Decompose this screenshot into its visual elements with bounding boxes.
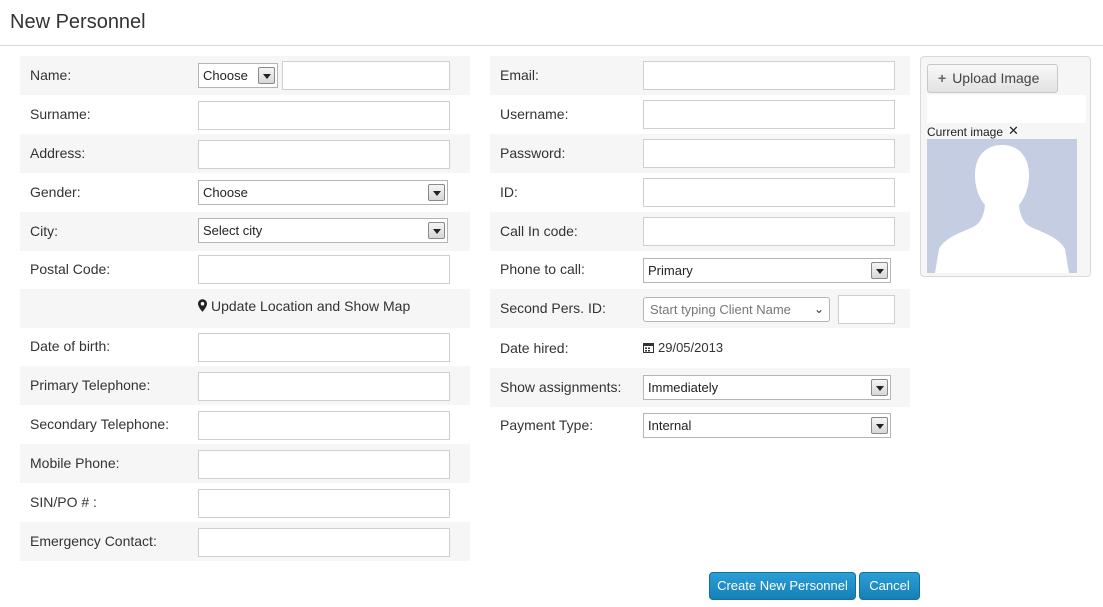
update-location-text: Update Location and Show Map — [211, 298, 411, 314]
chevron-down-icon — [871, 262, 888, 279]
phone-to-call-value: Primary — [648, 263, 693, 278]
dob-label: Date of birth: — [30, 338, 111, 354]
avatar-placeholder — [927, 139, 1077, 273]
second-id-label: Second Pers. ID: — [500, 300, 606, 316]
person-silhouette-icon — [935, 145, 1069, 273]
emergency-label: Emergency Contact: — [30, 533, 157, 549]
password-label: Password: — [500, 145, 566, 161]
first-name-input[interactable] — [282, 61, 450, 90]
phone-to-call-select[interactable]: Primary — [643, 258, 891, 283]
gender-value: Choose — [203, 185, 248, 200]
password-input[interactable] — [643, 139, 895, 168]
mobile-phone-input[interactable] — [198, 450, 450, 479]
date-hired-label: Date hired: — [500, 340, 569, 356]
calendar-icon — [643, 343, 654, 353]
cancel-button[interactable]: Cancel — [859, 572, 920, 600]
upload-image-label: Upload Image — [952, 70, 1040, 86]
current-image-label: Current image — [927, 125, 1004, 139]
client-name-placeholder: Start typing Client Name — [650, 302, 791, 317]
create-personnel-button[interactable]: Create New Personnel — [709, 572, 856, 600]
address-label: Address: — [30, 145, 86, 161]
date-of-birth-input[interactable] — [198, 333, 450, 362]
primary-telephone-input[interactable] — [198, 372, 450, 401]
remove-image-icon[interactable]: ✕ — [1008, 123, 1019, 139]
assignments-label: Show assignments: — [500, 379, 622, 395]
email-input[interactable] — [643, 61, 895, 90]
sin-label: SIN/PO # : — [30, 494, 97, 510]
chevron-down-icon — [428, 184, 445, 201]
username-input[interactable] — [643, 100, 895, 129]
name-label: Name: — [30, 67, 72, 83]
mobile-label: Mobile Phone: — [30, 455, 120, 471]
phone-to-call-label: Phone to call: — [500, 261, 585, 277]
date-hired-value[interactable]: 29/05/2013 — [643, 340, 723, 355]
update-location-link[interactable]: Update Location and Show Map — [198, 298, 410, 314]
page-title: New Personnel — [10, 11, 146, 33]
email-label: Email: — [500, 67, 539, 83]
map-pin-icon — [198, 299, 207, 312]
show-assignments-value: Immediately — [648, 380, 719, 395]
postal-label: Postal Code: — [30, 261, 111, 277]
callin-label: Call In code: — [500, 223, 578, 239]
payment-type-value: Internal — [648, 418, 692, 433]
id-input[interactable] — [643, 178, 895, 207]
address-input[interactable] — [198, 140, 450, 169]
id-label: ID: — [500, 184, 518, 200]
postal-code-input[interactable] — [198, 255, 450, 284]
sin-input[interactable] — [198, 489, 450, 518]
chevron-down-icon — [428, 222, 445, 239]
secondary-telephone-input[interactable] — [198, 411, 450, 440]
image-panel: + Upload Image Current image ✕ — [920, 56, 1091, 277]
chevron-down-icon — [871, 379, 888, 396]
city-value: Select city — [203, 223, 263, 238]
chevron-down-icon — [258, 67, 275, 84]
title-divider — [0, 45, 1103, 46]
primary-tel-label: Primary Telephone: — [30, 377, 151, 393]
date-hired-text: 29/05/2013 — [658, 340, 724, 355]
chevron-down-icon: ⌄ — [813, 302, 824, 316]
secondary-tel-label: Secondary Telephone: — [30, 416, 170, 432]
upload-file-area — [927, 95, 1086, 123]
emergency-contact-input[interactable] — [198, 528, 450, 557]
chevron-down-icon — [871, 417, 888, 434]
show-assignments-select[interactable]: Immediately — [643, 375, 891, 400]
city-select[interactable]: Select city — [198, 218, 448, 243]
gender-select[interactable]: Choose — [198, 180, 448, 205]
city-label: City: — [30, 223, 58, 239]
payment-type-select[interactable]: Internal — [643, 413, 891, 438]
name-prefix-value: Choose — [203, 68, 248, 83]
name-prefix-select[interactable]: Choose — [198, 63, 278, 88]
surname-label: Surname: — [30, 106, 91, 122]
username-label: Username: — [500, 106, 569, 122]
call-in-code-input[interactable] — [643, 217, 895, 246]
payment-label: Payment Type: — [500, 417, 594, 433]
client-name-select[interactable]: Start typing Client Name ⌄ — [643, 297, 830, 322]
surname-input[interactable] — [198, 101, 450, 130]
upload-image-button[interactable]: + Upload Image — [927, 64, 1058, 93]
gender-label: Gender: — [30, 184, 81, 200]
second-id-input[interactable] — [838, 295, 895, 324]
plus-icon: + — [938, 70, 947, 86]
